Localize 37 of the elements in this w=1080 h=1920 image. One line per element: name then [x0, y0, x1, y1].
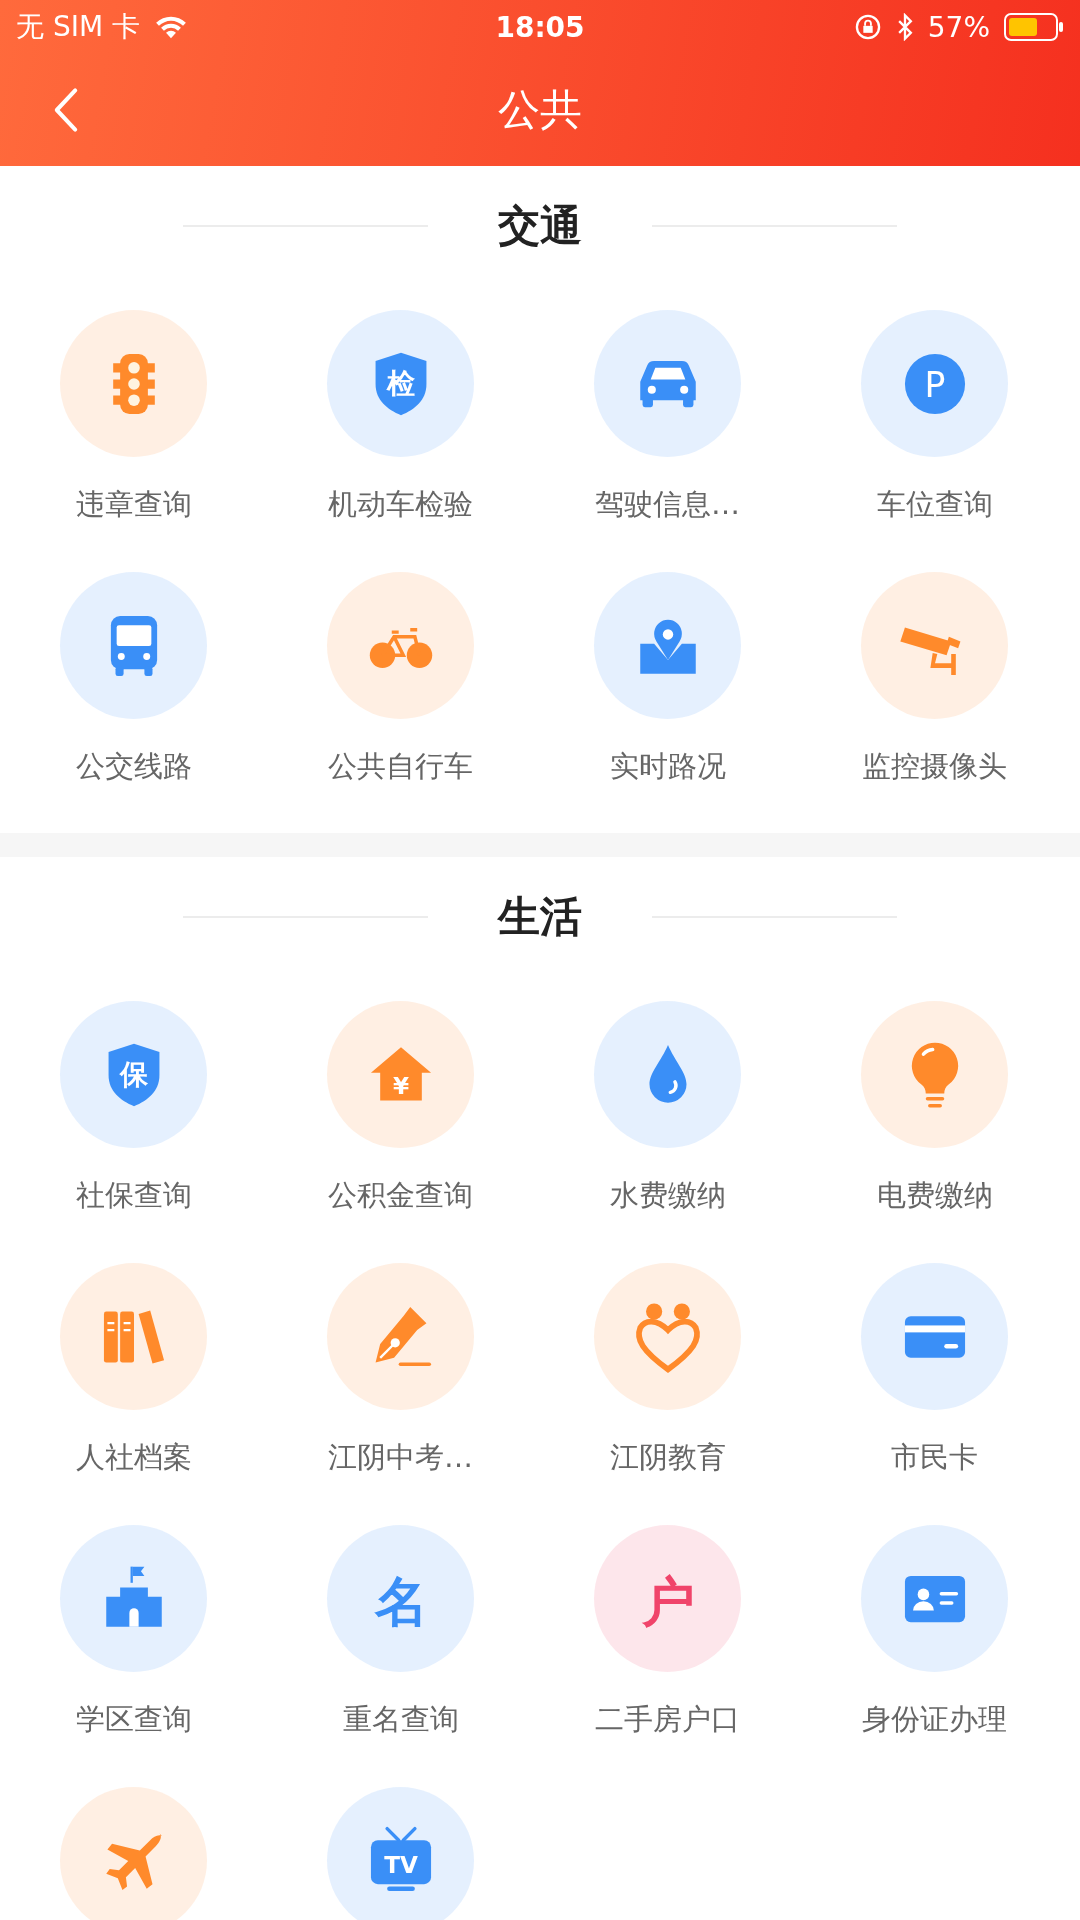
section-title: 生活: [498, 891, 582, 943]
service-label[interactable]: 二手房户口: [595, 1700, 740, 1740]
wifi-icon: [154, 14, 188, 40]
service-label[interactable]: 电费缴纳: [876, 1176, 993, 1216]
service-label[interactable]: 车位查询: [876, 485, 993, 525]
service-label[interactable]: 江阴中考…: [328, 1438, 473, 1478]
service-label[interactable]: 社保查询: [75, 1176, 192, 1216]
service-label[interactable]: 公交线路: [75, 747, 192, 787]
character-icon: 户: [630, 1561, 705, 1636]
service-label[interactable]: 市民卡: [891, 1438, 978, 1478]
clock-time: 18:05: [495, 10, 585, 44]
service-label[interactable]: 学区查询: [75, 1700, 192, 1740]
icon-circle[interactable]: TV: [327, 1787, 474, 1920]
service-label[interactable]: 实时路况: [609, 747, 726, 787]
service-label[interactable]: 监控摄像头: [862, 747, 1007, 787]
service-label[interactable]: 江阴教育: [609, 1438, 726, 1478]
service-label[interactable]: 重名查询: [342, 1700, 459, 1740]
icon-circle[interactable]: P: [861, 310, 1008, 457]
icon-circle[interactable]: 户: [594, 1525, 741, 1672]
page-title: 公共: [498, 84, 582, 136]
battery-icon: [1004, 13, 1064, 41]
battery-percent: 57%: [927, 10, 990, 44]
service-label[interactable]: 人社档案: [75, 1438, 192, 1478]
service-label[interactable]: 公共自行车: [328, 747, 473, 787]
icon-circle[interactable]: 检: [327, 310, 474, 457]
icon-circle[interactable]: 保: [60, 1001, 207, 1148]
service-label[interactable]: 机动车检验: [328, 485, 473, 525]
service-label[interactable]: 水费缴纳: [609, 1176, 726, 1216]
section-title: 交通: [498, 200, 582, 252]
character-icon: 名: [363, 1561, 438, 1636]
service-label[interactable]: 公积金查询: [328, 1176, 473, 1216]
service-label[interactable]: 违章查询: [75, 485, 192, 525]
service-label[interactable]: 身份证办理: [862, 1700, 1007, 1740]
back-icon[interactable]: [52, 87, 80, 133]
rotation-lock-icon: [853, 13, 882, 41]
carrier-text: 无 SIM 卡: [16, 9, 140, 45]
service-label[interactable]: 驾驶信息…: [595, 485, 740, 525]
